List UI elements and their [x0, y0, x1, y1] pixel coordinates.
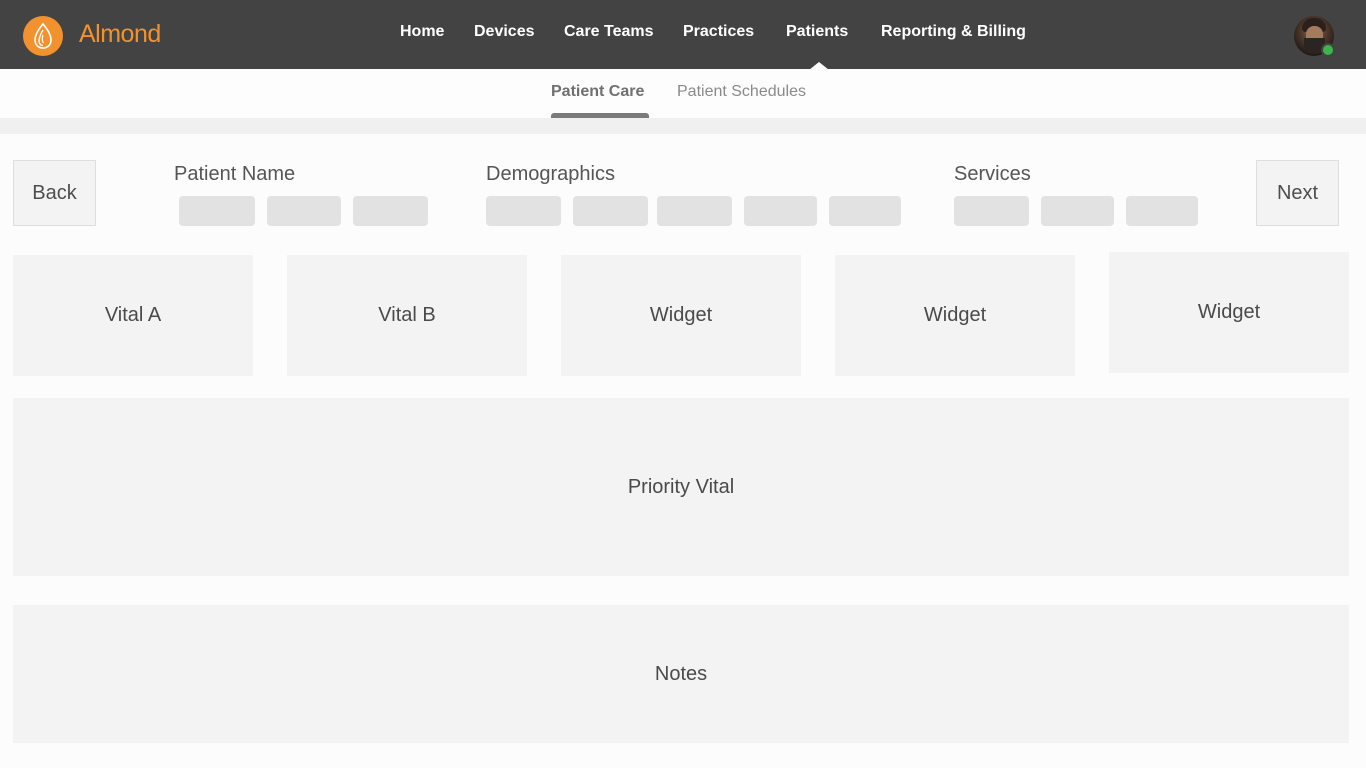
services-title: Services — [954, 163, 1031, 185]
demographics-placeholder — [744, 196, 817, 226]
demographics-title: Demographics — [486, 163, 615, 185]
online-status-indicator — [1321, 43, 1335, 57]
services-placeholder — [1041, 196, 1114, 226]
widget-vital-b[interactable]: Vital B — [287, 255, 527, 376]
widget-card[interactable]: Widget — [561, 255, 801, 376]
demographics-placeholder — [486, 196, 561, 226]
demographics-placeholder — [657, 196, 732, 226]
tab-patient-schedules[interactable]: Patient Schedules — [677, 83, 806, 101]
services-placeholder — [954, 196, 1029, 226]
demographics-placeholder — [573, 196, 648, 226]
nav-home[interactable]: Home — [400, 23, 444, 45]
nav-care-teams[interactable]: Care Teams — [564, 23, 654, 45]
nav-patients[interactable]: Patients — [786, 23, 848, 45]
widget-card[interactable]: Widget — [1109, 252, 1349, 373]
patient-name-placeholder — [353, 196, 428, 226]
priority-vital-panel[interactable]: Priority Vital — [13, 398, 1349, 576]
almond-logo-icon[interactable] — [23, 16, 63, 56]
notes-panel[interactable]: Notes — [13, 605, 1349, 743]
services-placeholder — [1126, 196, 1198, 226]
top-navigation-bar: Almond Home Devices Care Teams Practices… — [0, 0, 1366, 70]
section-divider — [0, 118, 1366, 134]
widget-vital-a[interactable]: Vital A — [13, 255, 253, 376]
tab-patient-care[interactable]: Patient Care — [551, 83, 644, 101]
back-button[interactable]: Back — [13, 160, 96, 226]
nav-devices[interactable]: Devices — [474, 23, 535, 45]
patient-name-title: Patient Name — [174, 163, 296, 185]
patient-name-placeholder — [267, 196, 341, 226]
widget-card[interactable]: Widget — [835, 255, 1075, 376]
nav-practices[interactable]: Practices — [683, 23, 754, 45]
patient-name-placeholder — [179, 196, 255, 226]
demographics-placeholder — [829, 196, 901, 226]
nav-reporting-billing[interactable]: Reporting & Billing — [881, 23, 1026, 45]
brand-name[interactable]: Almond — [79, 20, 161, 49]
next-button[interactable]: Next — [1256, 160, 1339, 226]
